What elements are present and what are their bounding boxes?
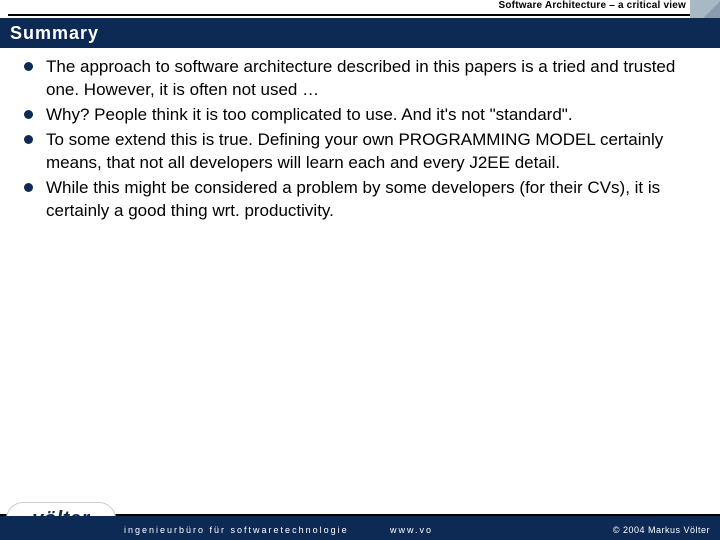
- bullet-list: The approach to software architecture de…: [22, 56, 698, 223]
- slide-body: The approach to software architecture de…: [22, 56, 698, 225]
- list-item: The approach to software architecture de…: [22, 56, 698, 102]
- slide: Software Architecture – a critical view …: [0, 0, 720, 540]
- top-bar: Software Architecture – a critical view: [0, 0, 720, 18]
- list-item: Why? People think it is too complicated …: [22, 104, 698, 127]
- footer-url: www.vo: [390, 525, 433, 535]
- document-title: Software Architecture – a critical view: [498, 0, 686, 11]
- title-band: Summary: [0, 18, 720, 48]
- footer-copyright: © 2004 Markus Völter: [613, 525, 710, 535]
- list-item: While this might be considered a problem…: [22, 177, 698, 223]
- top-rule: [8, 14, 690, 16]
- list-item: To some extend this is true. Defining yo…: [22, 129, 698, 175]
- footer-tagline: ingenieurbüro für softwaretechnologie: [124, 525, 349, 535]
- footer-bar: ingenieurbüro für softwaretechnologie ww…: [0, 516, 720, 540]
- slide-title: Summary: [10, 23, 99, 44]
